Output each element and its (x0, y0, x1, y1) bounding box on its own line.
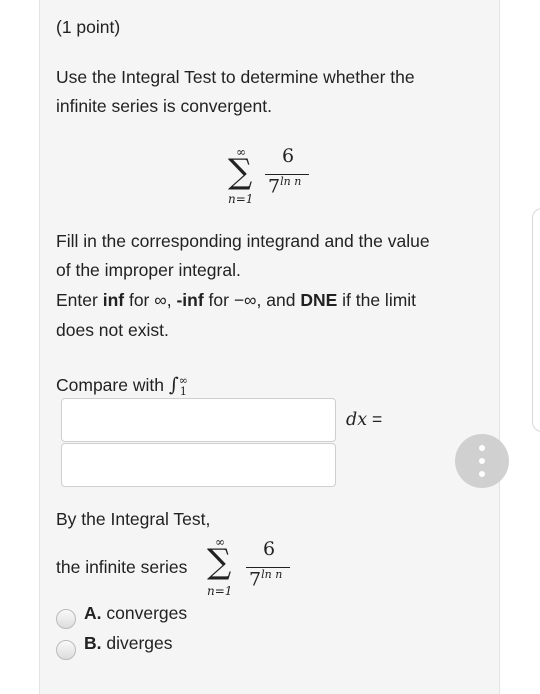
option-a-label[interactable]: A. converges (84, 598, 187, 628)
instruction-line-2: of the improper integral. (56, 260, 241, 280)
sigma-symbol: ∑ (228, 152, 253, 192)
instruction-line-4: does not exist. (56, 320, 169, 340)
integrand-input[interactable] (61, 398, 336, 442)
den-base-2: 7 (249, 568, 262, 591)
neginf-keyword: -inf (176, 290, 204, 310)
more-dot-icon (479, 445, 485, 451)
if-limit-text: if the limit (337, 290, 417, 310)
more-dot-icon (479, 458, 485, 464)
den-base: 7 (268, 175, 281, 198)
equals-sign: = (367, 409, 383, 429)
series-numerator-2: 6 (263, 538, 276, 560)
instruction-line-1: Fill in the corresponding integrand and … (56, 231, 430, 251)
series-expression-2: ∞ ∑ n=1 6 7ln n (207, 535, 327, 605)
question-card: (1 point) Use the Integral Test to deter… (39, 0, 500, 694)
sigma-symbol-2: ∑ (207, 542, 232, 582)
more-dot-icon (479, 471, 485, 477)
more-options-button[interactable] (455, 434, 509, 488)
series-numerator: 6 (282, 145, 295, 167)
instruction-line-3: Enter inf for ∞, -inf for −∞, and DNE if… (56, 285, 416, 315)
option-a-text: converges (106, 603, 188, 623)
intro-line-2: infinite series is convergent. (56, 96, 272, 116)
option-b-letter: B. (84, 633, 102, 653)
by-test-label: By the Integral Test, (56, 509, 211, 529)
compare-text: Compare with (56, 374, 169, 395)
dne-keyword: DNE (300, 290, 338, 310)
for-neginf-text: for −∞, and (203, 290, 301, 310)
series-expression: ∞ ∑ n=1 6 7ln n (228, 145, 348, 215)
sum-lower-limit-2: n=1 (207, 584, 233, 598)
den-exponent: ln n (280, 175, 302, 188)
points-label: (1 point) (56, 17, 121, 37)
dx-text: dx (346, 410, 368, 430)
series-denominator-2: 7ln n (249, 568, 282, 590)
option-a-radio[interactable] (56, 609, 76, 629)
inf-keyword: inf (102, 290, 125, 310)
den-exponent-2: ln n (261, 568, 283, 581)
dx-label: dx = (346, 404, 382, 435)
sum-lower-limit: n=1 (228, 192, 254, 206)
integral-symbol: ∫ (168, 373, 179, 396)
series-denominator: 7ln n (268, 175, 301, 197)
option-b-radio[interactable] (56, 640, 76, 660)
option-a-letter: A. (84, 603, 102, 623)
intro-line-1: Use the Integral Test to determine wheth… (56, 67, 415, 87)
integral-lower: 1 (179, 385, 187, 399)
option-b-label[interactable]: B. diverges (84, 628, 173, 658)
integral-value-input[interactable] (61, 443, 336, 487)
enter-text: Enter (56, 290, 103, 310)
side-scroll-handle[interactable] (532, 208, 540, 432)
conclusion-label: the infinite series (56, 557, 188, 577)
option-b-text: diverges (106, 633, 173, 653)
for-inf-text: for ∞, (124, 290, 177, 310)
